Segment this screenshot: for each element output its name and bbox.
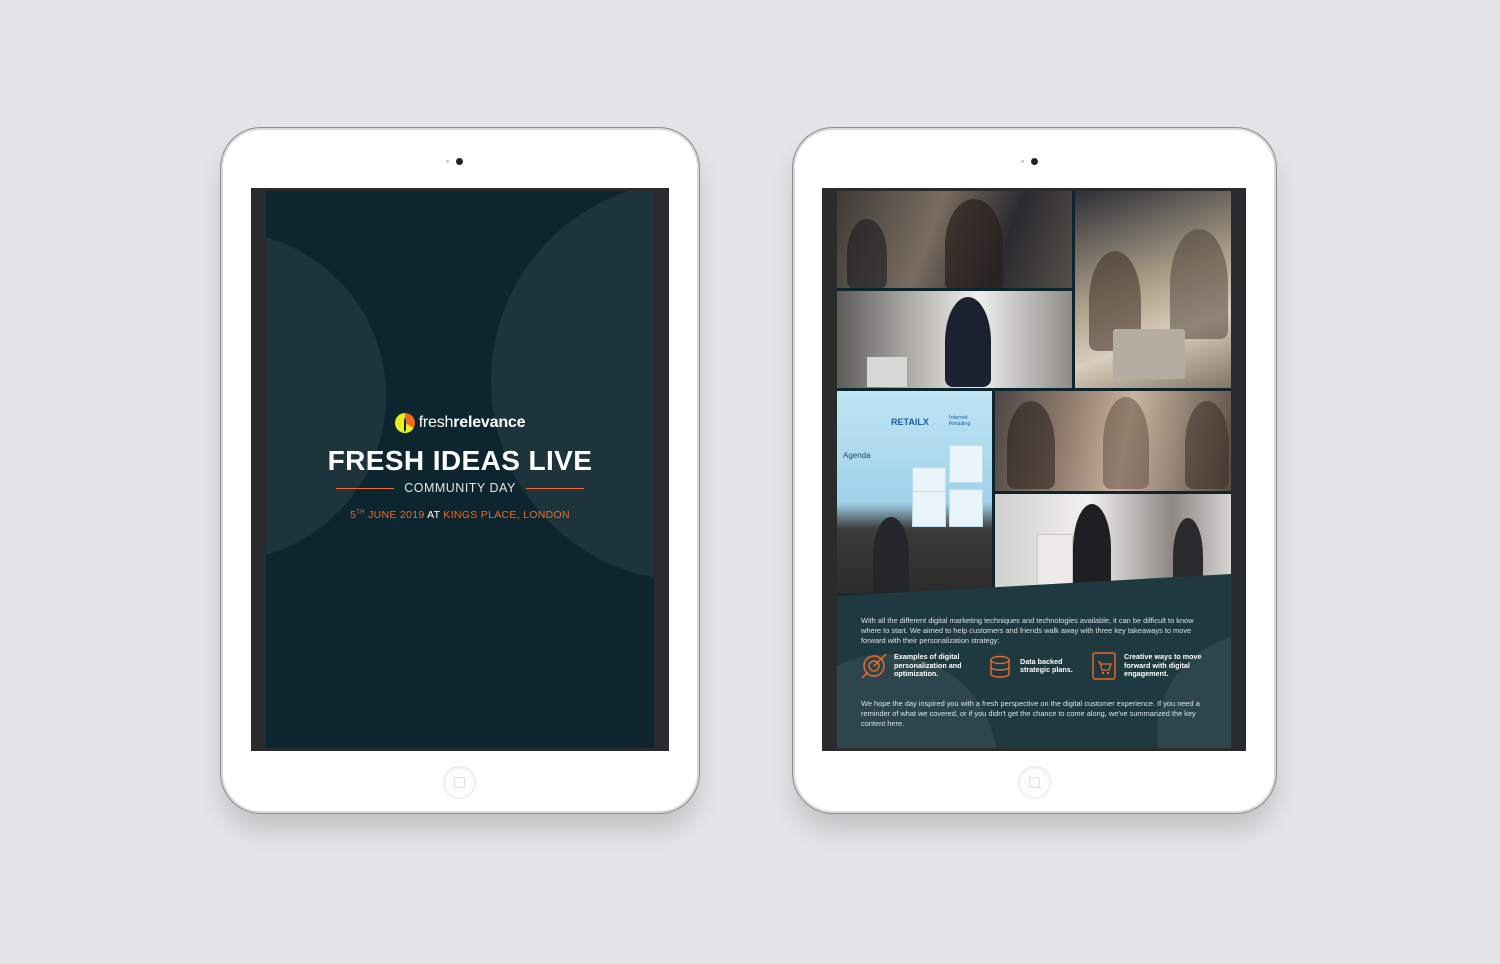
person-silhouette xyxy=(945,199,1003,288)
logo-mark-icon xyxy=(394,413,415,433)
tablet-cart-icon xyxy=(1092,652,1116,680)
front-camera xyxy=(1031,158,1038,165)
slide-heading: Agenda xyxy=(843,451,871,460)
cover-title: FRESH IDEAS LIVE xyxy=(327,445,593,476)
logo-wordmark: freshrelevance xyxy=(418,414,526,431)
front-camera xyxy=(456,158,463,165)
decorative-circle xyxy=(491,191,654,581)
cover-subtitle: COMMUNITY DAY xyxy=(404,481,516,495)
fresh-relevance-logo: freshrelevance xyxy=(266,413,654,433)
slide-brand-b: Internet Retailing xyxy=(949,415,971,427)
person-silhouette xyxy=(1170,229,1228,339)
person-silhouette xyxy=(1185,401,1229,489)
subtitle-row: COMMUNITY DAY xyxy=(266,481,654,495)
photo-audience-women xyxy=(995,391,1231,491)
takeaway-item: Examples of digital personalization and … xyxy=(859,651,971,681)
takeaway-label: Data backed strategic plans. xyxy=(1020,656,1073,674)
takeaway-label: Examples of digital personalization and … xyxy=(894,652,962,679)
slide-chart-card xyxy=(912,491,946,527)
person-silhouette xyxy=(873,517,909,594)
home-button[interactable] xyxy=(1017,766,1051,799)
inside-page: RETAILX Internet Retailing Agenda With a… xyxy=(837,191,1231,748)
person-silhouette xyxy=(1073,504,1111,594)
slide-chart-card xyxy=(949,489,983,527)
cover-page: freshrelevance FRESH IDEAS LIVE COMMUNIT… xyxy=(266,191,654,748)
slide-chart-card xyxy=(949,445,983,483)
person-silhouette xyxy=(945,297,991,387)
tablet-screen: RETAILX Internet Retailing Agenda With a… xyxy=(822,188,1246,751)
cover-content: freshrelevance FRESH IDEAS LIVE COMMUNIT… xyxy=(266,413,654,521)
tablet-inside-device: RETAILX Internet Retailing Agenda With a… xyxy=(795,130,1274,811)
outro-paragraph: We hope the day inspired you with a fres… xyxy=(861,699,1200,728)
person-silhouette xyxy=(1103,397,1149,489)
photo-audience-laptop xyxy=(1075,191,1231,388)
divider-line xyxy=(336,487,395,489)
takeaways-list: Examples of digital personalization and … xyxy=(859,651,1217,681)
divider-line xyxy=(525,487,584,489)
photo-speaker-podium xyxy=(837,291,1072,388)
database-icon xyxy=(990,655,1010,678)
podium xyxy=(867,357,907,387)
takeaway-item: Data backed strategic plans. xyxy=(985,651,1075,681)
laptop xyxy=(1113,329,1185,379)
tablet-screen: freshrelevance FRESH IDEAS LIVE COMMUNIT… xyxy=(251,188,669,751)
person-silhouette xyxy=(847,219,887,288)
takeaway-item: Creative ways to move forward with digit… xyxy=(1089,651,1205,681)
photo-agenda-slide: RETAILX Internet Retailing Agenda xyxy=(837,391,992,594)
photo-audience-man xyxy=(837,191,1072,288)
takeaway-label: Creative ways to move forward with digit… xyxy=(1124,652,1202,679)
tablet-cover-device: freshrelevance FRESH IDEAS LIVE COMMUNIT… xyxy=(223,130,697,811)
intro-paragraph: With all the different digital marketing… xyxy=(861,616,1194,645)
person-silhouette xyxy=(1007,401,1055,489)
sensor-dot xyxy=(446,160,449,163)
sensor-dot xyxy=(1021,160,1024,163)
event-date-venue: 5TH JUNE 2019 AT KINGS PLACE, LONDON xyxy=(350,509,570,521)
target-icon xyxy=(861,653,887,679)
slide-brand-a: RETAILX xyxy=(891,417,929,427)
home-button[interactable] xyxy=(443,766,476,799)
